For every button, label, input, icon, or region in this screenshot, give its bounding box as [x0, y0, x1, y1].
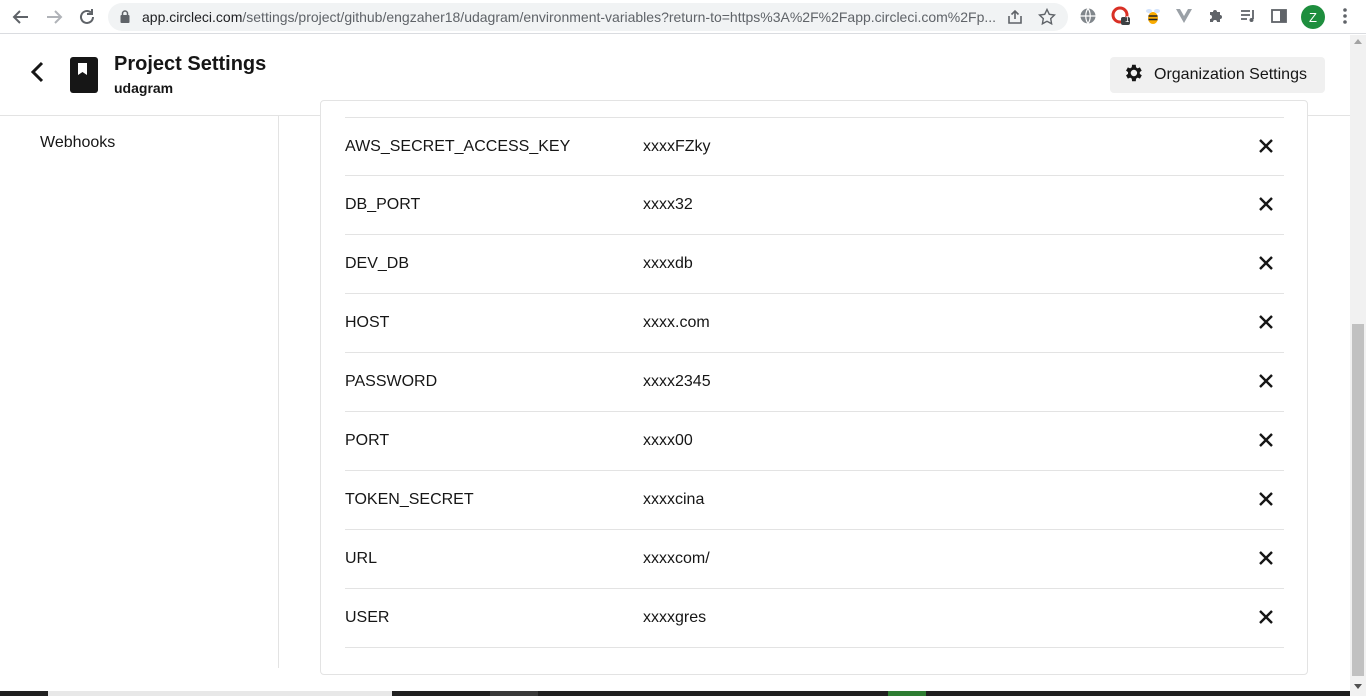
env-var-row: DB_PORT xxxx32: [345, 176, 1284, 235]
gear-icon: [1122, 62, 1144, 89]
vue-extension-icon[interactable]: [1173, 5, 1195, 27]
environment-variables-card: AWS_SECRET_ACCESS_KEY xxxxFZky DB_PORT xxxx…: [320, 100, 1308, 675]
close-icon: [1259, 255, 1273, 275]
env-var-row: DEV_DB xxxxdb: [345, 235, 1284, 294]
browser-toolbar: app.circleci.com/settings/project/github…: [0, 0, 1366, 34]
close-icon: [1259, 314, 1273, 334]
env-var-value: xxxx2345: [643, 373, 711, 390]
env-var-name: PORT: [345, 432, 390, 449]
side-panel-icon[interactable]: [1268, 5, 1290, 27]
page-title: Project Settings: [114, 53, 267, 75]
env-var-name: DEV_DB: [345, 255, 410, 272]
env-var-name: AWS_SECRET_ACCESS_KEY: [345, 138, 571, 155]
close-icon: [1259, 138, 1273, 158]
env-var-name: PASSWORD: [345, 373, 438, 390]
env-var-name: URL: [345, 550, 378, 567]
close-icon: [1259, 196, 1273, 216]
env-var-value: xxxx.com: [643, 314, 710, 331]
bee-extension-icon[interactable]: [1142, 5, 1164, 27]
close-icon: [1259, 491, 1273, 511]
env-var-row: URL xxxxcom/: [345, 530, 1284, 589]
close-icon: [1259, 609, 1273, 629]
lock-icon: [120, 10, 130, 28]
forward-arrow-icon[interactable]: [42, 5, 66, 29]
taskbar-item[interactable]: [490, 691, 538, 696]
globe-extension-icon[interactable]: [1077, 5, 1099, 27]
env-var-row: USER xxxxgres: [345, 589, 1284, 648]
settings-sidebar: Webhooks: [0, 116, 279, 668]
env-var-row: TOKEN_SECRET xxxxcina: [345, 471, 1284, 530]
delete-env-var-button[interactable]: [1255, 431, 1277, 453]
url-host: app.circleci.com: [142, 9, 243, 25]
url-text: app.circleci.com/settings/project/github…: [142, 9, 1010, 25]
red-extension-icon[interactable]: 1: [1110, 5, 1132, 27]
scroll-down-arrow-icon[interactable]: [1354, 684, 1362, 689]
env-var-value: xxxx00: [643, 432, 693, 449]
env-var-value: xxxx32: [643, 196, 693, 213]
organization-settings-label: Organization Settings: [1154, 66, 1307, 83]
project-name: udagram: [114, 80, 174, 96]
env-var-row: PORT xxxx00: [345, 412, 1284, 471]
share-icon[interactable]: [1006, 8, 1024, 31]
delete-env-var-button[interactable]: [1255, 313, 1277, 335]
address-bar[interactable]: app.circleci.com/settings/project/github…: [108, 3, 1068, 31]
profile-avatar[interactable]: Z: [1301, 5, 1325, 29]
scrollbar-thumb[interactable]: [1352, 324, 1364, 676]
env-var-name: DB_PORT: [345, 196, 421, 213]
delete-env-var-button[interactable]: [1255, 254, 1277, 276]
env-var-row: PASSWORD xxxx2345: [345, 353, 1284, 412]
close-icon: [1259, 550, 1273, 570]
extension-badge: 1: [1125, 15, 1130, 24]
media-queue-icon[interactable]: [1237, 5, 1259, 27]
env-var-name: TOKEN_SECRET: [345, 491, 474, 508]
taskbar: [0, 691, 1350, 696]
close-icon: [1259, 432, 1273, 452]
chevron-left-icon: [30, 61, 46, 88]
reload-icon[interactable]: [75, 5, 99, 29]
env-var-name: USER: [345, 609, 390, 626]
env-var-value: xxxxFZky: [643, 138, 711, 155]
env-var-value: xxxxgres: [643, 609, 707, 626]
scroll-up-arrow-icon[interactable]: [1354, 39, 1362, 44]
env-var-value: xxxxcom/: [643, 550, 710, 567]
back-button[interactable]: [24, 60, 52, 88]
delete-env-var-button[interactable]: [1255, 372, 1277, 394]
kebab-menu-icon[interactable]: [1334, 5, 1356, 27]
env-var-value: xxxxcina: [643, 491, 705, 508]
star-icon[interactable]: [1037, 7, 1057, 31]
taskbar-item[interactable]: [48, 691, 392, 696]
url-path: /settings/project/github/engzaher18/udag…: [242, 9, 997, 25]
puzzle-extensions-icon[interactable]: [1205, 5, 1227, 27]
delete-env-var-button[interactable]: [1255, 608, 1277, 630]
env-var-value: xxxxdb: [643, 255, 693, 272]
taskbar-item[interactable]: [888, 691, 926, 696]
organization-settings-button[interactable]: Organization Settings: [1110, 57, 1325, 93]
close-icon: [1259, 373, 1273, 393]
env-var-row: AWS_SECRET_ACCESS_KEY xxxxFZky: [345, 117, 1284, 176]
env-var-name: HOST: [345, 314, 390, 331]
environment-variables-table: AWS_SECRET_ACCESS_KEY xxxxFZky DB_PORT xxxx…: [345, 117, 1284, 648]
sidebar-item-webhooks[interactable]: Webhooks: [40, 134, 115, 152]
delete-env-var-button[interactable]: [1255, 490, 1277, 512]
delete-env-var-button[interactable]: [1255, 549, 1277, 571]
env-var-row: HOST xxxx.com: [345, 294, 1284, 353]
delete-env-var-button[interactable]: [1255, 137, 1277, 159]
bookmark-icon: [70, 57, 98, 93]
back-arrow-icon[interactable]: [9, 5, 33, 29]
delete-env-var-button[interactable]: [1255, 195, 1277, 217]
